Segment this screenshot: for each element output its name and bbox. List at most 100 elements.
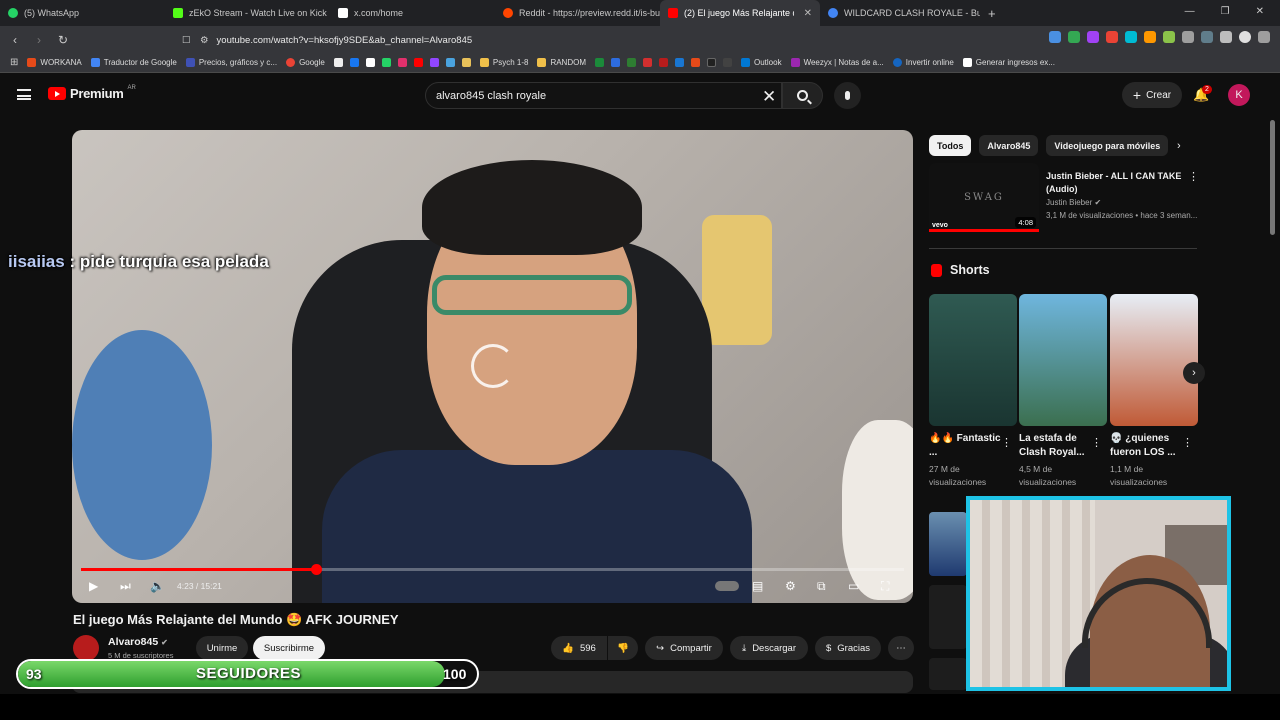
- account-avatar[interactable]: K: [1228, 84, 1250, 106]
- more-options-icon[interactable]: ⋮: [1182, 436, 1193, 449]
- short-title[interactable]: La estafa de Clash Royal...: [1019, 432, 1095, 460]
- browser-tab[interactable]: x.com/home: [330, 0, 495, 26]
- extension-icon[interactable]: [1201, 31, 1213, 43]
- play-icon[interactable]: ▶: [89, 578, 98, 594]
- new-tab-button[interactable]: +: [980, 0, 1004, 26]
- more-options-icon[interactable]: ⋮: [1001, 436, 1012, 449]
- bookmark-item[interactable]: Outlook: [741, 58, 782, 67]
- bookmark-icon[interactable]: [627, 58, 636, 67]
- extension-icon[interactable]: [1106, 31, 1118, 43]
- chip-all[interactable]: Todos: [929, 135, 972, 156]
- twitch-icon[interactable]: [429, 58, 439, 67]
- search-input[interactable]: alvaro845 clash royale: [425, 82, 782, 109]
- create-button[interactable]: + Crear: [1122, 82, 1182, 108]
- browser-tab[interactable]: Reddit - https://preview.redd.it/is-bu: [495, 0, 660, 26]
- bookmark-icon[interactable]: [707, 58, 716, 67]
- url-field[interactable]: ☐ ⚙ youtube.com/watch?v=hksofjy9SDE&ab_c…: [182, 30, 472, 50]
- facebook-icon[interactable]: [349, 58, 359, 67]
- autoplay-toggle[interactable]: [715, 581, 739, 591]
- like-button[interactable]: 👍 596: [551, 636, 607, 660]
- search-button[interactable]: [782, 82, 823, 109]
- extension-icon[interactable]: [1087, 31, 1099, 43]
- subtitles-icon[interactable]: ▤: [752, 578, 763, 594]
- video-player[interactable]: [72, 130, 913, 603]
- bookmark-folder[interactable]: Psych 1-8: [479, 58, 528, 67]
- more-actions-button[interactable]: ⋯: [888, 636, 914, 660]
- bookmark-item[interactable]: WORKANA: [27, 58, 82, 67]
- x-icon[interactable]: [365, 58, 375, 67]
- close-window-icon[interactable]: ✕: [1256, 6, 1264, 17]
- bookmark-item[interactable]: Traductor de Google: [90, 58, 177, 67]
- bookmark-folder[interactable]: RANDOM: [537, 58, 586, 67]
- chevron-right-icon[interactable]: ›: [1177, 140, 1181, 152]
- extension-icon[interactable]: [1182, 31, 1194, 43]
- volume-icon[interactable]: 🔈: [150, 578, 165, 594]
- bookmark-icon[interactable]: [675, 58, 684, 67]
- more-menu-icon[interactable]: [1258, 31, 1270, 43]
- whatsapp-icon[interactable]: [381, 58, 391, 67]
- reload-icon[interactable]: ↻: [56, 33, 70, 47]
- shorts-next-button[interactable]: ›: [1183, 362, 1205, 384]
- tiktok-icon[interactable]: [333, 58, 343, 67]
- hamburger-menu-icon[interactable]: [17, 89, 31, 100]
- bookmark-icon[interactable]: [659, 58, 668, 67]
- bookmark-item[interactable]: Generar ingresos ex...: [962, 58, 1055, 67]
- progress-bar[interactable]: [81, 564, 904, 575]
- restore-icon[interactable]: ❐: [1221, 6, 1230, 17]
- site-info-icon[interactable]: ⚙: [200, 35, 209, 46]
- short-thumbnail[interactable]: [929, 294, 1017, 426]
- page-scrollbar[interactable]: [1270, 120, 1275, 235]
- extension-icon[interactable]: [1144, 31, 1156, 43]
- bookmark-icon[interactable]: [643, 58, 652, 67]
- channel-name[interactable]: Alvaro845 ✔: [108, 636, 168, 648]
- bookmark-icon[interactable]: [595, 58, 604, 67]
- join-button[interactable]: Unirme: [196, 636, 248, 660]
- theater-mode-icon[interactable]: ▭: [848, 578, 859, 594]
- recommended-thumbnail[interactable]: [929, 658, 967, 690]
- extension-icon[interactable]: [1163, 31, 1175, 43]
- short-title[interactable]: 💀 ¿quienes fueron LOS ...: [1110, 432, 1186, 460]
- short-thumbnail[interactable]: [1110, 294, 1198, 426]
- extension-icon[interactable]: [1068, 31, 1080, 43]
- chip-channel[interactable]: Alvaro845: [979, 135, 1039, 156]
- youtube-logo[interactable]: Premium AR: [48, 85, 136, 101]
- bookmark-item[interactable]: Precios, gráficos y c...: [185, 58, 277, 67]
- short-title[interactable]: 🔥🔥 Fantastic ...: [929, 432, 1005, 460]
- recommended-title[interactable]: Justin Bieber - ALL I CAN TAKE (Audio): [1046, 170, 1186, 196]
- recommended-thumbnail[interactable]: [929, 512, 967, 576]
- miniplayer-icon[interactable]: ⧉: [817, 578, 826, 594]
- forward-icon[interactable]: ›: [32, 33, 46, 47]
- chip-mobile-games[interactable]: Videojuego para móviles: [1046, 135, 1169, 156]
- channel-avatar[interactable]: [73, 635, 99, 661]
- settings-gear-icon[interactable]: ⚙: [785, 578, 796, 594]
- instagram-icon[interactable]: [397, 58, 407, 67]
- browser-tab[interactable]: (5) WhatsApp: [0, 0, 165, 26]
- subscribe-button[interactable]: Suscribirme: [253, 636, 325, 660]
- recommended-thumbnail[interactable]: SWAG vevo 4:08: [929, 163, 1039, 232]
- dislike-button[interactable]: 👎: [608, 636, 638, 660]
- steam-icon[interactable]: [445, 58, 455, 67]
- bookmark-item[interactable]: Invertir online: [892, 58, 954, 67]
- clear-search-icon[interactable]: ✕: [762, 87, 776, 107]
- sidebar-toggle-icon[interactable]: [1220, 31, 1232, 43]
- minimize-icon[interactable]: —: [1185, 6, 1195, 17]
- more-options-icon[interactable]: ⋮: [1091, 436, 1102, 449]
- bookmark-star-icon[interactable]: ☐: [182, 35, 191, 46]
- voice-search-button[interactable]: [834, 82, 861, 109]
- browser-tab[interactable]: WILDCARD CLASH ROYALE - Buscar: [820, 0, 980, 26]
- next-icon[interactable]: ⏭: [120, 578, 131, 594]
- bookmark-item[interactable]: Google: [286, 58, 325, 67]
- fullscreen-icon[interactable]: ⛶: [881, 578, 889, 594]
- browser-tab-active[interactable]: (2) El juego Más Relajante del M✕: [660, 0, 820, 26]
- more-options-icon[interactable]: ⋮: [1188, 170, 1199, 183]
- extension-icon[interactable]: [1125, 31, 1137, 43]
- bookmark-icon[interactable]: [691, 58, 700, 67]
- bookmark-icon[interactable]: [723, 58, 732, 67]
- bookmark-item[interactable]: Weezyx | Notas de a...: [790, 58, 884, 67]
- close-tab-icon[interactable]: ✕: [804, 8, 812, 19]
- apps-grid-icon[interactable]: ⊞: [10, 57, 18, 68]
- share-button[interactable]: ↪ Compartir: [645, 636, 723, 660]
- browser-tab[interactable]: zEkO Stream - Watch Live on Kick: [165, 0, 330, 26]
- profile-icon[interactable]: [1239, 31, 1251, 43]
- short-thumbnail[interactable]: [1019, 294, 1107, 426]
